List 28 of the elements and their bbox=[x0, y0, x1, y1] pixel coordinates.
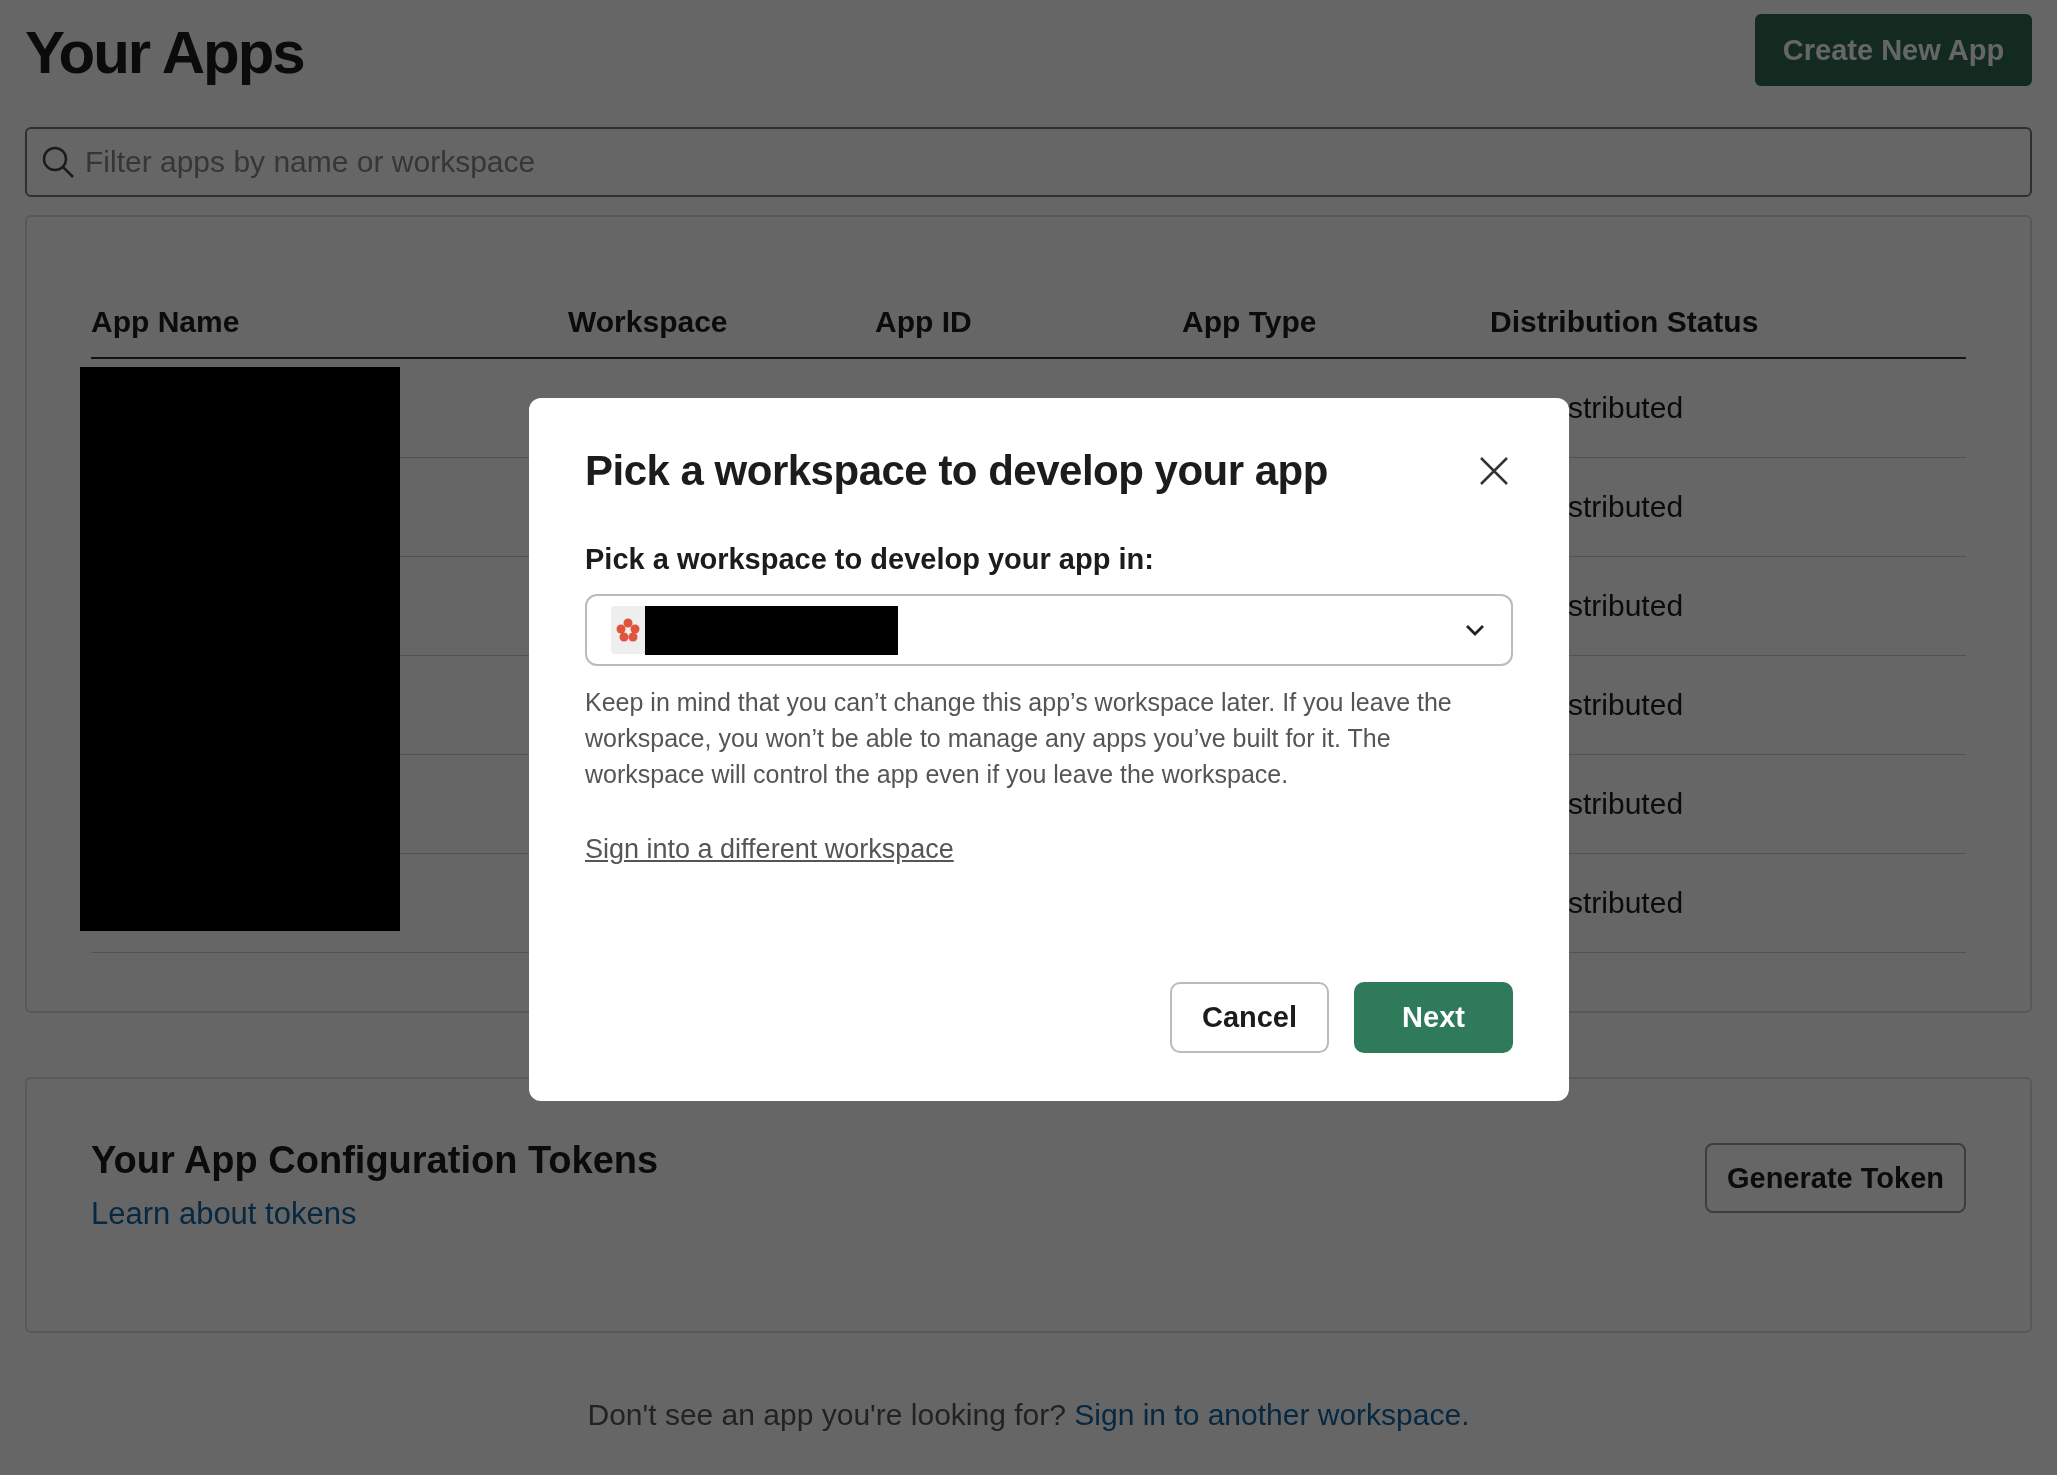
sign-in-link[interactable]: Sign in to another workspace. bbox=[1074, 1398, 1470, 1431]
section-title: Your App Configuration Tokens bbox=[91, 1139, 659, 1182]
caret-icon bbox=[1465, 624, 1485, 636]
workspace-select[interactable] bbox=[585, 594, 1513, 666]
column-header: Distribution Status bbox=[1490, 305, 1760, 339]
search-icon bbox=[41, 145, 75, 179]
cancel-button[interactable]: Cancel bbox=[1170, 982, 1329, 1053]
table-cell-text: stributed bbox=[1567, 391, 1685, 425]
column-header: App Name bbox=[91, 305, 241, 339]
table-cell-text: stributed bbox=[1567, 688, 1685, 722]
generate-token-button[interactable]: Generate Token bbox=[1705, 1143, 1966, 1213]
create-app-button[interactable]: Create New App bbox=[1755, 14, 2032, 86]
column-header: Workspace bbox=[568, 305, 729, 339]
field-label: Pick a workspace to develop your app in: bbox=[585, 543, 1155, 576]
table-cell-text: stributed bbox=[1567, 886, 1685, 920]
help-text: Keep in mind that you can’t change this app’s workspace later. If you leave the workspace, you won’t be able to manage any apps you’ve built for it. The workspace will control the app even if you leave the workspace. bbox=[585, 687, 1453, 790]
table-cell-text: stributed bbox=[1567, 787, 1685, 821]
footer-text: Don't see an app you're looking for? Sign in to another workspace. bbox=[586, 1398, 1471, 1432]
learn-tokens-link[interactable]: Learn about tokens bbox=[91, 1196, 357, 1232]
different-workspace-link[interactable]: Sign into a different workspace bbox=[585, 834, 954, 865]
table-cell-text: stributed bbox=[1567, 589, 1685, 623]
column-header: App Type bbox=[1182, 305, 1318, 339]
flower-icon bbox=[611, 606, 645, 654]
page-title: Your Apps bbox=[25, 18, 304, 87]
next-button[interactable]: Next bbox=[1354, 982, 1513, 1053]
modal-title: Pick a workspace to develop your app bbox=[585, 447, 1328, 495]
table-cell-text: stributed bbox=[1567, 490, 1685, 524]
column-header: App ID bbox=[875, 305, 973, 339]
